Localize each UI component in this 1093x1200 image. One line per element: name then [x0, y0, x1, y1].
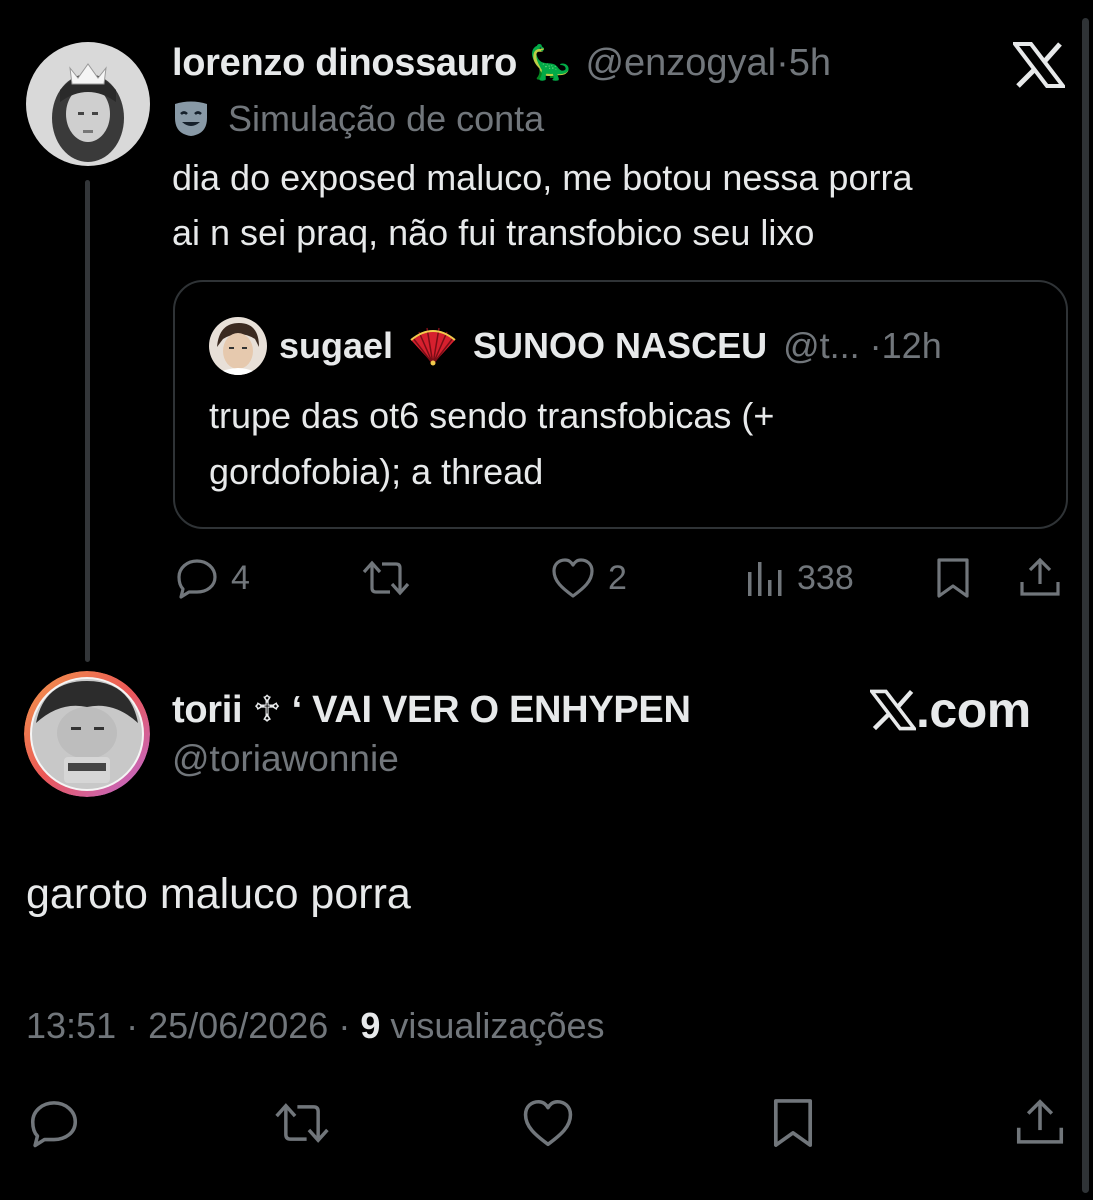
tweet-date[interactable]: 25/06/2026	[148, 1005, 328, 1046]
reply-button[interactable]: 4	[175, 553, 250, 603]
tweet-text-line: trupe das ot6 sendo transfobicas (+	[209, 395, 775, 436]
theater-mask-icon	[175, 101, 207, 136]
dinosaur-emoji: 🦕	[529, 44, 572, 82]
scrollbar[interactable]	[1082, 18, 1089, 1193]
quoted-avatar[interactable]	[209, 317, 267, 375]
quoted-tweet[interactable]: sugael SUNOO NASCEU @t... ·12h trupe das…	[173, 280, 1068, 529]
analytics-icon	[748, 562, 782, 596]
quoted-tweet-text: trupe das ot6 sendo transfobicas (+ gord…	[209, 388, 1009, 500]
reply-count: 4	[231, 558, 250, 597]
heart-icon	[552, 558, 594, 598]
quoted-tweet-header: sugael SUNOO NASCEU @t... ·12h	[209, 317, 942, 375]
tweet-text-line: ai n sei praq, não fui transfobico seu l…	[172, 212, 815, 253]
share-icon	[1016, 1099, 1064, 1144]
x-com-text: .com	[916, 682, 1031, 738]
reply-button[interactable]	[26, 1095, 82, 1151]
parent-tweet-actions: 4 2 338	[0, 553, 1093, 603]
handle[interactable]: @toriawonnie	[172, 738, 399, 780]
repost-button[interactable]	[272, 1095, 332, 1151]
meta-separator: ·	[338, 1005, 351, 1046]
avatar[interactable]	[26, 42, 150, 166]
tweet-text-line: gordofobia); a thread	[209, 451, 544, 492]
share-button[interactable]	[1014, 1095, 1066, 1151]
quoted-handle: @t... ·12h	[783, 325, 942, 366]
like-button[interactable]: 2	[550, 553, 627, 603]
timestamp[interactable]: 5h	[789, 42, 831, 84]
reply-icon	[30, 1101, 78, 1148]
display-name[interactable]: torii ♱ ‘ VAI VER O ENHYPEN	[172, 687, 691, 732]
bookmark-button[interactable]	[933, 553, 973, 603]
x-logo-icon	[1010, 42, 1068, 88]
like-count: 2	[608, 558, 627, 597]
x-com-badge: .com	[870, 680, 1031, 740]
tweet-time[interactable]: 13:51	[26, 1005, 116, 1046]
folding-fan-icon	[410, 327, 456, 366]
like-button[interactable]	[520, 1095, 576, 1151]
x-logo-icon	[870, 689, 916, 731]
repost-button[interactable]	[360, 553, 412, 603]
tweet-meta: 13:51 · 25/06/2026 · 9 visualizações	[26, 1005, 605, 1047]
views-count: 9	[360, 1005, 381, 1046]
account-label[interactable]: Simulação de conta	[172, 96, 544, 142]
views-button[interactable]: 338	[745, 553, 854, 603]
parent-tweet-header: lorenzo dinossauro 🦕 @enzogyal·5h	[172, 38, 831, 88]
meta-separator: ·	[126, 1005, 139, 1046]
parent-tweet-text: dia do exposed maluco, me botou nessa po…	[172, 150, 1052, 260]
repost-icon	[362, 560, 410, 596]
quoted-display-name-2: SUNOO NASCEU	[473, 325, 768, 366]
repost-icon	[275, 1103, 329, 1143]
view-count: 338	[797, 558, 854, 597]
main-tweet-name-row: torii ♱ ‘ VAI VER O ENHYPEN	[172, 684, 691, 734]
account-label-text: Simulação de conta	[228, 98, 545, 139]
share-button[interactable]	[1018, 553, 1062, 603]
bookmark-icon	[773, 1099, 813, 1147]
reply-icon	[177, 559, 217, 599]
handle[interactable]: @enzogyal·5h	[585, 42, 831, 85]
display-name[interactable]: lorenzo dinossauro	[172, 42, 517, 85]
main-avatar[interactable]	[24, 671, 150, 797]
bookmark-button[interactable]	[768, 1095, 818, 1151]
views-label: visualizações	[390, 1005, 605, 1046]
main-tweet-actions	[0, 1095, 1093, 1151]
bookmark-icon	[937, 558, 969, 598]
heart-icon	[523, 1099, 573, 1147]
main-tweet-text: garoto maluco porra	[26, 870, 411, 918]
share-icon	[1020, 557, 1060, 596]
tweet-text-line: dia do exposed maluco, me botou nessa po…	[172, 157, 913, 198]
quoted-display-name: sugael	[279, 325, 394, 366]
tweet-screen: lorenzo dinossauro 🦕 @enzogyal·5h Simula…	[0, 0, 1093, 1200]
